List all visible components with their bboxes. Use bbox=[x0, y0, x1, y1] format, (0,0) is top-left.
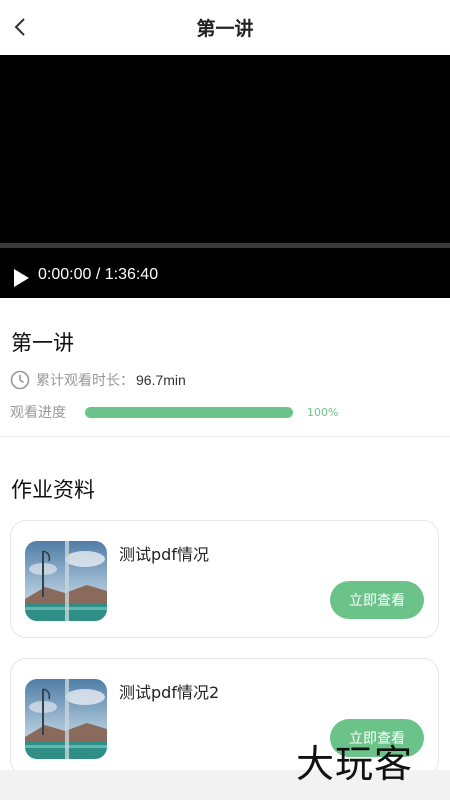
watch-time-row: 累计观看时长： 96.7min bbox=[10, 369, 186, 391]
video-progress-track[interactable] bbox=[0, 243, 450, 248]
watch-time-label: 累计观看时长： bbox=[36, 373, 134, 389]
material-thumbnail bbox=[25, 679, 107, 759]
back-button[interactable] bbox=[8, 12, 32, 42]
material-thumbnail bbox=[25, 541, 107, 621]
lesson-title: 第一讲 bbox=[11, 331, 74, 355]
page-title: 第一讲 bbox=[196, 18, 254, 40]
back-arrow-icon bbox=[14, 18, 25, 36]
play-icon bbox=[14, 269, 29, 287]
progress-bar bbox=[85, 406, 293, 418]
play-button[interactable] bbox=[10, 267, 32, 289]
progress-percent: 100% bbox=[307, 405, 339, 419]
material-card[interactable]: 测试pdf情况 立即查看 bbox=[10, 520, 439, 638]
material-title: 测试pdf情况 bbox=[119, 545, 209, 564]
materials-section-title: 作业资料 bbox=[11, 478, 95, 502]
video-time: 0:00:00 / 1:36:40 bbox=[38, 266, 159, 283]
video-player[interactable]: 0:00:00 / 1:36:40 bbox=[0, 55, 450, 298]
progress-label: 观看进度 bbox=[10, 405, 66, 421]
view-now-button[interactable]: 立即查看 bbox=[330, 581, 424, 619]
section-divider bbox=[0, 436, 450, 437]
watch-time-value: 96.7min bbox=[136, 372, 186, 388]
progress-bar-fill bbox=[85, 406, 293, 418]
clock-icon bbox=[10, 370, 30, 390]
top-bar: 第一讲 bbox=[0, 0, 450, 55]
material-title: 测试pdf情况2 bbox=[119, 683, 220, 702]
watch-progress-row: 观看进度 100% bbox=[10, 402, 440, 422]
watermark-logo: 大玩客 bbox=[296, 742, 414, 786]
